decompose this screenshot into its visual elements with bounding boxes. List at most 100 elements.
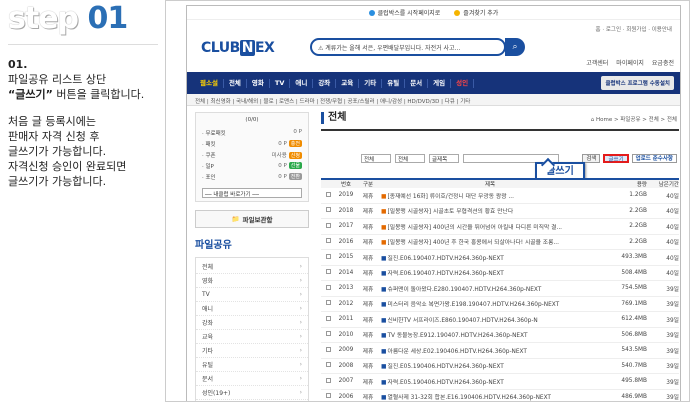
table-row[interactable]: 2012 제휴 ■미스터리 음악쇼 복면가왕.E198.190407.HDTV.H2… — [321, 297, 679, 312]
row-title[interactable]: ■질진.E05.190406.HDTV.H264.360p-NEXT — [379, 361, 599, 370]
row-checkbox[interactable] — [321, 238, 335, 245]
nav-item[interactable]: 웹소설 — [195, 78, 224, 88]
table-row[interactable]: 2006 제휴 ■열혈사제 31-32회 합본.E16.190406.HDTV.H2… — [321, 390, 679, 401]
table-row[interactable]: 2017 제휴 ■[밀봉맹 시골쌍자] 400년의 시간을 뛰어넘어 아킬내 다디른… — [321, 219, 679, 235]
row-title-text[interactable]: 슈퍼맨이 돌아왔다.E280.190407.HDTV.H264.360p-NEX… — [387, 287, 541, 293]
search-icon[interactable]: ⌕ — [505, 38, 525, 56]
category-item[interactable]: 기타 › — [196, 344, 308, 358]
write-button[interactable]: 글쓰기 — [603, 154, 629, 163]
table-row[interactable]: 2010 제휴 ■TV 동물농장.E912.190407.HDTV.H264.360… — [321, 328, 679, 343]
checkbox[interactable] — [325, 362, 331, 368]
row-checkbox[interactable] — [321, 222, 335, 230]
account-link[interactable]: 고객센터 — [586, 58, 608, 67]
row-title[interactable]: ■질진.E06.190407.HDTV.H264.360p-NEXT — [379, 253, 599, 262]
account-link[interactable]: 요금충전 — [652, 58, 674, 67]
table-row[interactable]: 2008 제휴 ■질진.E05.190406.HDTV.H264.360p-NEXT… — [321, 359, 679, 374]
row-checkbox[interactable] — [321, 269, 335, 276]
util-links[interactable]: 홈 · 로그인 · 회원가입 · 이용안내 — [596, 25, 672, 33]
checkbox[interactable] — [325, 191, 331, 197]
row-title[interactable]: ■아름다운 세상.E02.190406.HDTV.H264.360p-NEXT — [379, 346, 599, 355]
checkbox[interactable] — [325, 300, 331, 306]
checkbox[interactable] — [325, 346, 331, 352]
row-title[interactable]: ■슈퍼맨이 돌아왔다.E280.190407.HDTV.H264.360p-NE… — [379, 284, 599, 293]
row-title-text[interactable]: 신비한TV 서프라이즈.E860.190407.HDTV.H264.360p-N — [387, 318, 537, 324]
row-checkbox[interactable] — [321, 346, 335, 354]
row-checkbox[interactable] — [321, 393, 335, 400]
nav-item[interactable]: 문서 — [405, 78, 429, 88]
category-item[interactable]: 유틸 › — [196, 358, 308, 372]
site-logo[interactable]: CLUB N EX — [201, 40, 275, 56]
checkbox[interactable] — [325, 377, 331, 383]
row-checkbox[interactable] — [321, 377, 335, 385]
row-title-text[interactable]: 자력.E06.190407.HDTV.H264.360p-NEXT — [387, 271, 503, 277]
row-title[interactable]: ■[밀봉맹 시골쌍자] 400년 후 한국 홍콩에서 되살아나다! 시골을 조롱… — [379, 237, 599, 246]
category-item[interactable]: 성인(19+) › — [196, 386, 308, 400]
row-title[interactable]: ■[밀봉맹 시골쌍자] 시골초토 무협격션의 황효 만난다 — [379, 206, 599, 215]
checkbox[interactable] — [325, 207, 331, 213]
start-page-link[interactable]: 클럽박스를 시작페이지로 — [368, 8, 440, 17]
nav-item[interactable]: 애니 — [290, 78, 314, 88]
nav-item[interactable]: 영화 — [247, 78, 270, 88]
stat-button[interactable]: 전환 — [288, 173, 302, 180]
category-item[interactable]: TV › — [196, 288, 308, 302]
row-checkbox[interactable] — [321, 315, 335, 323]
row-checkbox[interactable] — [321, 284, 335, 292]
row-title-text[interactable]: 미스터리 음악쇼 복면가왕.E198.190407.HDTV.H264.360p… — [387, 302, 559, 308]
row-checkbox[interactable] — [321, 207, 335, 214]
search-input[interactable]: ⚠ 계류가는 올해 서은, 우편배달부입니다. 자전거 사고... — [310, 38, 506, 56]
category-item[interactable]: 전체 › — [196, 260, 308, 274]
checkbox[interactable] — [325, 269, 331, 275]
row-title[interactable]: ■자력.E06.190407.HDTV.H264.360p-NEXT — [379, 268, 599, 277]
account-link[interactable]: 마이페이지 — [616, 58, 644, 67]
nav-item[interactable]: TV — [270, 78, 291, 88]
checkbox[interactable] — [325, 284, 331, 290]
nav-item[interactable]: 강좌 — [313, 78, 337, 88]
row-checkbox[interactable] — [321, 362, 335, 369]
install-program-button[interactable]: 클럽박스 프로그램 수동설치 — [601, 76, 674, 90]
nav-item[interactable]: 유틸 — [382, 78, 406, 88]
row-title[interactable]: ■열혈사제 31-32회 합본.E16.190406.HDTV.H264.360… — [379, 392, 599, 401]
row-title[interactable]: ■[밀봉맹 시골쌍자] 400년의 시간을 뛰어넘어 아킬내 다디른 미직막 결… — [379, 222, 599, 231]
row-title-text[interactable]: [밀봉맹 시골쌍자] 400년 후 한국 홍콩에서 되살아나다! 시골을 조롱.… — [387, 240, 559, 246]
nav-item[interactable]: 교육 — [336, 78, 360, 88]
club-select[interactable]: ── 내클럽 바로가기 ── — [202, 188, 302, 198]
table-row[interactable]: 2011 제휴 ■신비한TV 서프라이즈.E860.190407.HDTV.H264… — [321, 312, 679, 328]
row-title-text[interactable]: [밀봉맹 시골쌍자] 400년의 시간을 뛰어넘어 아킬내 다디른 미직막 결.… — [387, 225, 562, 231]
category-item[interactable]: 강좌 › — [196, 316, 308, 330]
row-title-text[interactable]: [종재예선 16화] 류이호/건정니 대단 무광동 쾅쾅 ... — [387, 194, 513, 200]
file-storage-button[interactable]: 📁 파일보관함 — [195, 210, 309, 228]
category-item[interactable]: 교육 › — [196, 330, 308, 344]
row-title-text[interactable]: 질진.E05.190406.HDTV.H264.360p-NEXT — [387, 364, 503, 370]
row-title[interactable]: ■[종재예선 16화] 류이호/건정니 대단 무광동 쾅쾅 ... — [379, 191, 599, 200]
row-checkbox[interactable] — [321, 253, 335, 261]
table-row[interactable]: 2007 제휴 ■자력.E05.190406.HDTV.H264.360p-NEXT… — [321, 374, 679, 390]
category-item[interactable]: 애니 › — [196, 302, 308, 316]
filter-select-1[interactable]: 전체 — [361, 154, 391, 163]
table-row[interactable]: 2014 제휴 ■자력.E06.190407.HDTV.H264.360p-NEXT… — [321, 266, 679, 281]
row-title[interactable]: ■신비한TV 서프라이즈.E860.190407.HDTV.H264.360p-… — [379, 315, 599, 324]
checkbox[interactable] — [325, 315, 331, 321]
table-row[interactable]: 2016 제휴 ■[밀봉맹 시골쌍자] 400년 후 한국 홍콩에서 되살아나다! … — [321, 235, 679, 250]
row-checkbox[interactable] — [321, 331, 335, 338]
table-row[interactable]: 2019 제휴 ■[종재예선 16화] 류이호/건정니 대단 무광동 쾅쾅 ... 1… — [321, 188, 679, 204]
row-title[interactable]: ■TV 동물농장.E912.190407.HDTV.H264.360p-NEXT — [379, 330, 599, 339]
table-row[interactable]: 2015 제휴 ■질진.E06.190407.HDTV.H264.360p-NEXT… — [321, 250, 679, 266]
row-title[interactable]: ■미스터리 음악쇼 복면가왕.E198.190407.HDTV.H264.360… — [379, 299, 599, 308]
row-checkbox[interactable] — [321, 191, 335, 199]
checkbox[interactable] — [325, 238, 331, 244]
table-row[interactable]: 2009 제휴 ■아름다운 세상.E02.190406.HDTV.H264.360p… — [321, 343, 679, 359]
row-title-text[interactable]: TV 동물농장.E912.190407.HDTV.H264.360p-NEXT — [387, 333, 527, 339]
row-checkbox[interactable] — [321, 300, 335, 307]
upload-rules-button[interactable]: 업로드 준수사항 — [631, 154, 677, 163]
nav-item[interactable]: 성인 — [451, 78, 475, 88]
filter-select-2[interactable]: 전체 — [395, 154, 425, 163]
stat-button[interactable]: 신청 — [288, 152, 302, 159]
nav-item[interactable]: 게임 — [428, 78, 452, 88]
search-button[interactable]: 검색 — [582, 154, 601, 163]
nav-item[interactable]: 전체 — [224, 78, 247, 88]
bookmark-link[interactable]: 즐겨찾기 추가 — [454, 8, 498, 17]
sub-nav[interactable]: 전체 | 최신영화 | 국내/해외 | 블로 | 로맨스 | 드라마 | 전쟁/… — [187, 94, 680, 106]
stat-button[interactable]: 충전 — [288, 140, 302, 147]
row-title-text[interactable]: 자력.E05.190406.HDTV.H264.360p-NEXT — [387, 380, 503, 386]
stat-button[interactable]: 선물 — [288, 162, 302, 169]
